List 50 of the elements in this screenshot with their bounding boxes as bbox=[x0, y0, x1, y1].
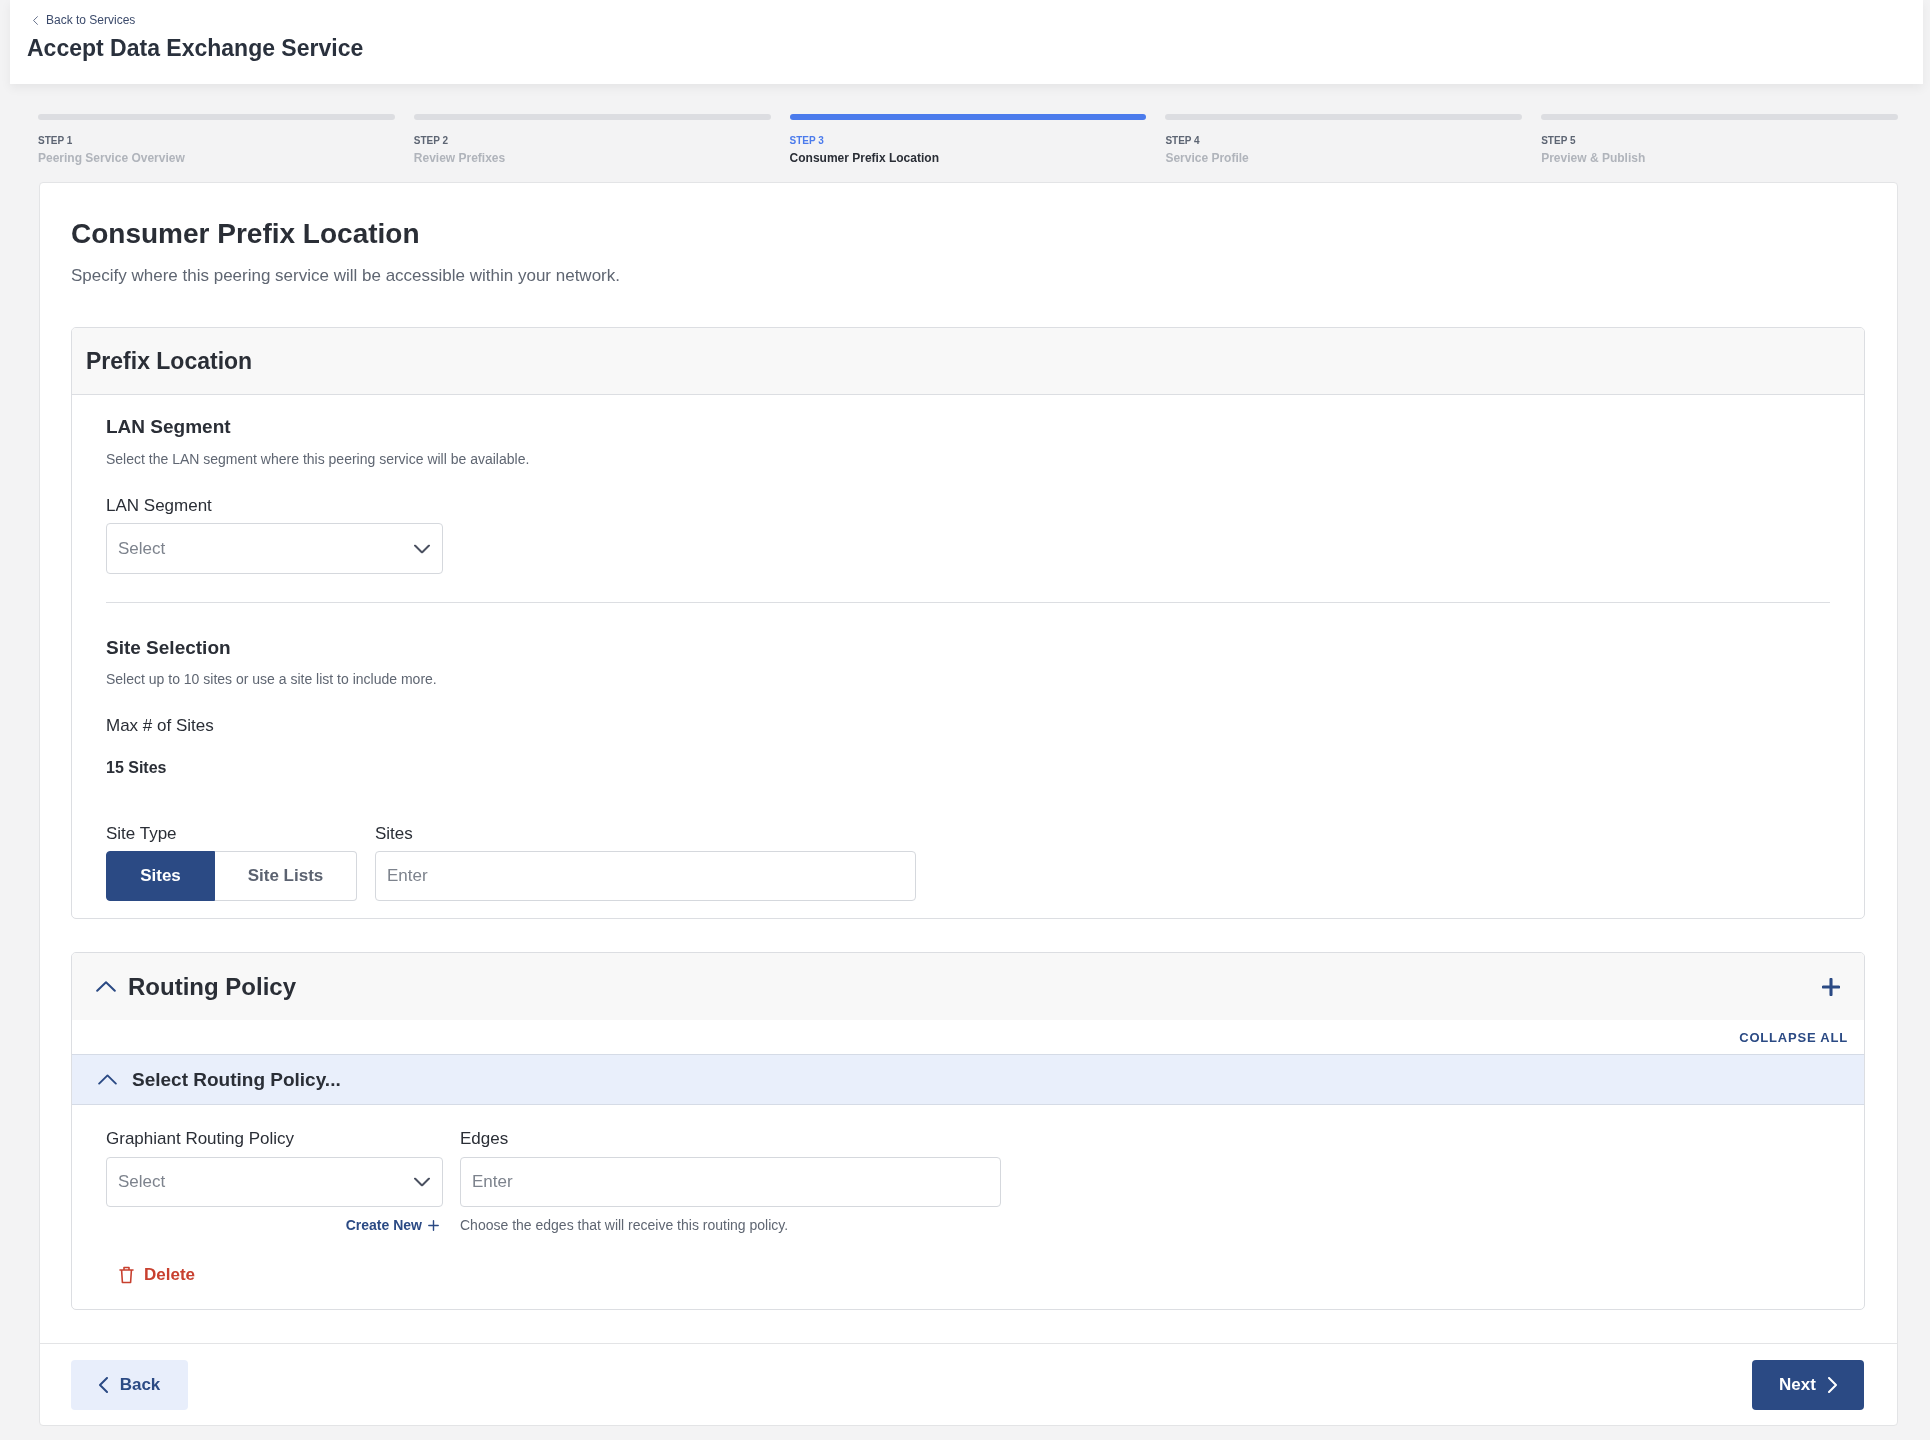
step-name: Review Prefixes bbox=[413, 151, 506, 165]
create-new-link[interactable]: Create New bbox=[345, 1216, 439, 1234]
step-number: STEP 4 bbox=[1165, 135, 1200, 147]
trash-icon bbox=[119, 1266, 134, 1284]
step-name: Service Profile bbox=[1165, 151, 1249, 165]
plus-icon bbox=[428, 1219, 439, 1231]
select-field[interactable]: Select bbox=[106, 1157, 443, 1207]
chevron-down-icon bbox=[414, 544, 430, 553]
card-title: Prefix Location bbox=[86, 347, 253, 375]
step-number: STEP 2 bbox=[413, 135, 449, 147]
section-description: Select up to 10 sites or use a site list to include more. bbox=[106, 670, 437, 688]
step-number: STEP 1 bbox=[38, 135, 73, 147]
step-number: STEP 3 bbox=[789, 135, 824, 147]
section-heading: Site Selection bbox=[106, 636, 231, 660]
back-button[interactable]: Back bbox=[71, 1360, 188, 1410]
chevron-right-icon bbox=[1827, 1377, 1837, 1393]
page-title: Consumer Prefix Location bbox=[71, 218, 420, 250]
next-button[interactable]: Next bbox=[1752, 1360, 1864, 1410]
chevron-up-icon[interactable] bbox=[98, 1074, 117, 1085]
field-label: Sites bbox=[375, 824, 413, 844]
section-description: Select the LAN segment where this peering service will be available. bbox=[106, 450, 530, 468]
chevron-up-icon[interactable] bbox=[96, 981, 116, 992]
card-title: Routing Policy bbox=[128, 972, 296, 1001]
page-description: Specify where this peering service will be accessible within your network. bbox=[71, 265, 620, 287]
step-name: Preview & Publish bbox=[1541, 151, 1646, 165]
step-number: STEP 5 bbox=[1541, 135, 1576, 147]
field-label: Max # of Sites bbox=[106, 716, 214, 736]
plus-icon[interactable] bbox=[1822, 977, 1840, 996]
delete-button[interactable]: Delete bbox=[119, 1264, 196, 1286]
help-text: Choose the edges that will receive this routing policy. bbox=[460, 1216, 789, 1234]
section-heading: LAN Segment bbox=[106, 415, 231, 439]
input-field[interactable]: Enter bbox=[375, 851, 916, 901]
chevron-down-icon bbox=[414, 1177, 430, 1187]
select-field[interactable]: Select bbox=[106, 523, 443, 574]
field-label: Edges bbox=[460, 1129, 509, 1149]
step-name: Peering Service Overview bbox=[38, 151, 185, 165]
header-title: Accept Data Exchange Service bbox=[27, 34, 364, 62]
field-label: Graphiant Routing Policy bbox=[106, 1129, 295, 1149]
policy-title: Select Routing Policy... bbox=[132, 1068, 341, 1091]
step-name: Consumer Prefix Location bbox=[789, 151, 939, 165]
chevron-left-icon bbox=[98, 1377, 108, 1393]
field-label: Site Type bbox=[106, 824, 177, 844]
field-label: LAN Segment bbox=[106, 496, 212, 516]
input-field[interactable]: Enter bbox=[460, 1157, 1001, 1207]
segmented-option[interactable]: Site Lists bbox=[215, 851, 357, 901]
chevron-left-icon bbox=[33, 15, 38, 25]
back-link[interactable]: Back to Services bbox=[33, 12, 136, 28]
segmented-option[interactable]: Sites bbox=[106, 851, 215, 901]
collapse-all-button[interactable]: COLLAPSE ALL bbox=[1739, 1029, 1848, 1045]
field-value: 15 Sites bbox=[106, 758, 167, 778]
